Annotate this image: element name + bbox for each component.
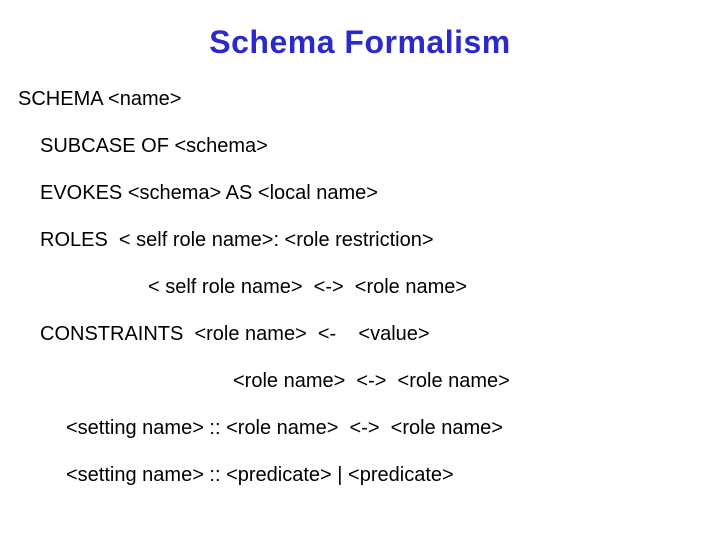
line-roles-2: < self role name> <-> <role name> (148, 275, 702, 300)
line-roles-1: ROLES < self role name>: <role restricti… (40, 228, 702, 253)
line-schema: SCHEMA <name> (18, 87, 702, 112)
line-constraints-2: <role name> <-> <role name> (233, 369, 702, 394)
line-constraints-1: CONSTRAINTS <role name> <- <value> (40, 322, 702, 347)
slide: Schema Formalism SCHEMA <name> SUBCASE O… (0, 0, 720, 540)
line-setting-2: <setting name> :: <predicate> | <predica… (66, 463, 702, 488)
slide-title: Schema Formalism (18, 24, 702, 61)
line-subcase: SUBCASE OF <schema> (40, 134, 702, 159)
line-setting-1: <setting name> :: <role name> <-> <role … (66, 416, 702, 441)
line-evokes: EVOKES <schema> AS <local name> (40, 181, 702, 206)
